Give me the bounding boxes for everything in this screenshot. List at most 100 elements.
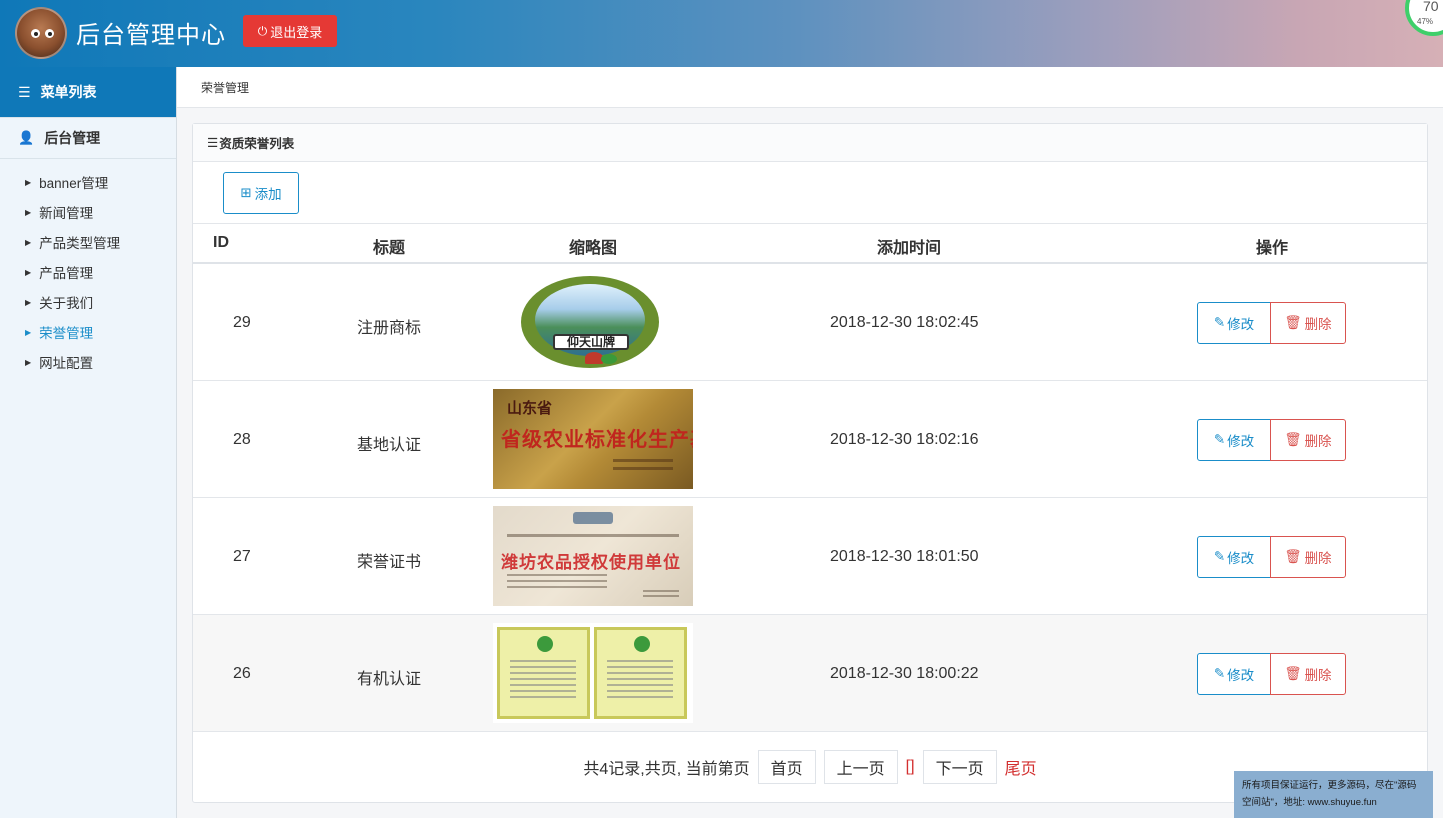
caret-right-icon: ▶ bbox=[25, 297, 32, 307]
thumbnail-caption: 山东省 bbox=[507, 400, 553, 417]
caret-right-icon: ▶ bbox=[25, 327, 32, 337]
add-label: 添加 bbox=[254, 187, 282, 202]
table-row: 28 基地认证 山东省 省级农业标准化生产基地 2018-12-30 18:02… bbox=[193, 381, 1427, 498]
current-page-link[interactable]: [] bbox=[906, 758, 915, 776]
table-row: 29 注册商标 仰天山牌 2018-12-30 18:02:45 ✎ 修改 🗑 删除 bbox=[193, 264, 1427, 381]
row-id: 29 bbox=[233, 314, 251, 331]
sidebar-item-label: 产品管理 bbox=[39, 266, 94, 281]
row-time: 2018-12-30 18:02:45 bbox=[830, 314, 979, 331]
edit-label: 修改 bbox=[1227, 551, 1255, 566]
edit-label: 修改 bbox=[1227, 434, 1255, 449]
performance-gauge[interactable]: 70 47% bbox=[1405, 0, 1443, 36]
avatar bbox=[15, 7, 67, 59]
sidebar-item-about[interactable]: ▶ 关于我们 bbox=[0, 287, 176, 317]
column-header-time: 添加时间 bbox=[877, 240, 942, 257]
watermark-line-2: 空间站"，地址: www.shuyue.fun bbox=[1242, 797, 1377, 808]
list-icon: ☰ bbox=[207, 136, 219, 150]
delete-button[interactable]: 🗑 删除 bbox=[1270, 419, 1346, 461]
sidebar-item-product-type[interactable]: ▶ 产品类型管理 bbox=[0, 227, 176, 257]
watermark-banner: 所有项目保证运行，更多源码，尽在"源码 空间站"，地址: www.shuyue.… bbox=[1234, 771, 1433, 818]
honor-table: ID 标题 缩略图 添加时间 操作 29 注册商标 仰天山牌 2018-12-3… bbox=[193, 224, 1427, 732]
sidebar-item-banner[interactable]: ▶ banner管理 bbox=[0, 167, 176, 197]
row-title: 注册商标 bbox=[357, 320, 422, 337]
sidebar: ☰ 菜单列表 👤 后台管理 ▶ banner管理 ▶ 新闻管理 ▶ 产品类型管理 ▶ 产… bbox=[0, 67, 177, 818]
power-icon: ⏻ bbox=[257, 23, 268, 38]
add-button[interactable]: ⊞ 添加 bbox=[223, 172, 299, 214]
list-icon: ☰ bbox=[18, 83, 31, 100]
sidebar-menu: ▶ banner管理 ▶ 新闻管理 ▶ 产品类型管理 ▶ 产品管理 ▶ 关于我们 ▶ 荣誉管… bbox=[0, 159, 176, 377]
caret-right-icon: ▶ bbox=[25, 357, 32, 367]
edit-button[interactable]: ✎ 修改 bbox=[1197, 653, 1271, 695]
sidebar-item-label: 荣誉管理 bbox=[39, 326, 94, 341]
sidebar-item-label: banner管理 bbox=[39, 176, 109, 191]
delete-button[interactable]: 🗑 删除 bbox=[1270, 302, 1346, 344]
thumbnail-caption-main: 省级农业标准化生产基地 bbox=[501, 429, 693, 451]
row-time: 2018-12-30 18:02:16 bbox=[830, 431, 979, 448]
logout-button[interactable]: ⏻ 退出登录 bbox=[243, 15, 337, 47]
watermark-line-1: 所有项目保证运行，更多源码，尽在"源码 bbox=[1242, 780, 1417, 791]
sidebar-item-url-config[interactable]: ▶ 网址配置 bbox=[0, 347, 176, 377]
toolbar: ⊞ 添加 bbox=[193, 162, 1427, 224]
trash-icon: 🗑 bbox=[1284, 432, 1302, 447]
pagination-summary: 共4记录,共页, 当前第页 bbox=[583, 761, 750, 778]
gauge-percent: 47% bbox=[1417, 17, 1434, 26]
sidebar-item-label: 新闻管理 bbox=[39, 206, 94, 221]
row-time: 2018-12-30 18:00:22 bbox=[830, 665, 979, 682]
last-page-link[interactable]: 尾页 bbox=[1005, 755, 1037, 779]
logout-label: 退出登录 bbox=[270, 24, 323, 40]
row-title: 荣誉证书 bbox=[357, 554, 422, 571]
trash-icon: 🗑 bbox=[1284, 315, 1302, 330]
sidebar-item-label: 关于我们 bbox=[39, 296, 94, 311]
first-page-button[interactable]: 首页 bbox=[757, 750, 816, 784]
column-header-actions: 操作 bbox=[1256, 240, 1289, 257]
delete-label: 删除 bbox=[1304, 551, 1332, 566]
sidebar-item-product[interactable]: ▶ 产品管理 bbox=[0, 257, 176, 287]
plus-square-icon: ⊞ bbox=[240, 185, 252, 200]
sidebar-item-label: 网址配置 bbox=[39, 356, 94, 371]
delete-label: 删除 bbox=[1304, 434, 1332, 449]
row-id: 28 bbox=[233, 431, 251, 448]
thumbnail-organic-certificates bbox=[493, 623, 693, 723]
edit-icon: ✎ bbox=[1213, 666, 1226, 681]
thumbnail-caption: 仰天山牌 bbox=[553, 334, 629, 350]
section-admin[interactable]: 👤 后台管理 bbox=[0, 117, 176, 159]
next-page-button[interactable]: 下一页 bbox=[922, 750, 997, 784]
prev-page-button[interactable]: 上一页 bbox=[823, 750, 898, 784]
honor-list-panel: ☰ 资质荣誉列表 ⊞ 添加 ID 标题 缩略图 添加时间 操作 29 注册商标 … bbox=[192, 123, 1428, 803]
delete-button[interactable]: 🗑 删除 bbox=[1270, 653, 1346, 695]
table-row: 26 有机认证 2018-12-30 18:00:22 ✎ 修改 🗑 删除 bbox=[193, 615, 1427, 732]
table-header: ID 标题 缩略图 添加时间 操作 bbox=[193, 224, 1427, 264]
thumbnail-trademark: 仰天山牌 bbox=[493, 272, 693, 372]
panel-heading: ☰ 资质荣誉列表 bbox=[193, 124, 1427, 162]
edit-label: 修改 bbox=[1227, 668, 1255, 683]
delete-button[interactable]: 🗑 删除 bbox=[1270, 536, 1346, 578]
user-icon: 👤 bbox=[18, 130, 35, 145]
sidebar-item-news[interactable]: ▶ 新闻管理 bbox=[0, 197, 176, 227]
thumbnail-caption: 潍坊农品授权使用单位 bbox=[501, 553, 681, 572]
table-row: 27 荣誉证书 潍坊农品授权使用单位 2018-12-30 18:01:50 ✎… bbox=[193, 498, 1427, 615]
sidebar-item-honor[interactable]: ▶ 荣誉管理 bbox=[0, 317, 176, 347]
row-time: 2018-12-30 18:01:50 bbox=[830, 548, 979, 565]
trash-icon: 🗑 bbox=[1284, 549, 1302, 564]
edit-icon: ✎ bbox=[1213, 549, 1226, 564]
edit-button[interactable]: ✎ 修改 bbox=[1197, 302, 1271, 344]
edit-icon: ✎ bbox=[1213, 315, 1226, 330]
edit-label: 修改 bbox=[1227, 317, 1255, 332]
panel-title: 资质荣誉列表 bbox=[219, 137, 295, 151]
edit-button[interactable]: ✎ 修改 bbox=[1197, 419, 1271, 461]
edit-icon: ✎ bbox=[1213, 432, 1226, 447]
sidebar-item-label: 产品类型管理 bbox=[39, 236, 121, 251]
thumbnail-honor-certificate: 潍坊农品授权使用单位 bbox=[493, 506, 693, 606]
column-header-title: 标题 bbox=[373, 240, 406, 257]
row-id: 26 bbox=[233, 665, 251, 682]
menu-title: 菜单列表 bbox=[40, 84, 97, 100]
edit-button[interactable]: ✎ 修改 bbox=[1197, 536, 1271, 578]
section-title: 后台管理 bbox=[44, 130, 101, 146]
column-header-thumb: 缩略图 bbox=[569, 240, 618, 257]
caret-right-icon: ▶ bbox=[25, 207, 32, 217]
caret-right-icon: ▶ bbox=[25, 237, 32, 247]
site-title: 后台管理中心 bbox=[76, 22, 226, 49]
trash-icon: 🗑 bbox=[1284, 666, 1302, 681]
top-header: 后台管理中心 ⏻ 退出登录 70 47% bbox=[0, 0, 1443, 67]
delete-label: 删除 bbox=[1304, 668, 1332, 683]
